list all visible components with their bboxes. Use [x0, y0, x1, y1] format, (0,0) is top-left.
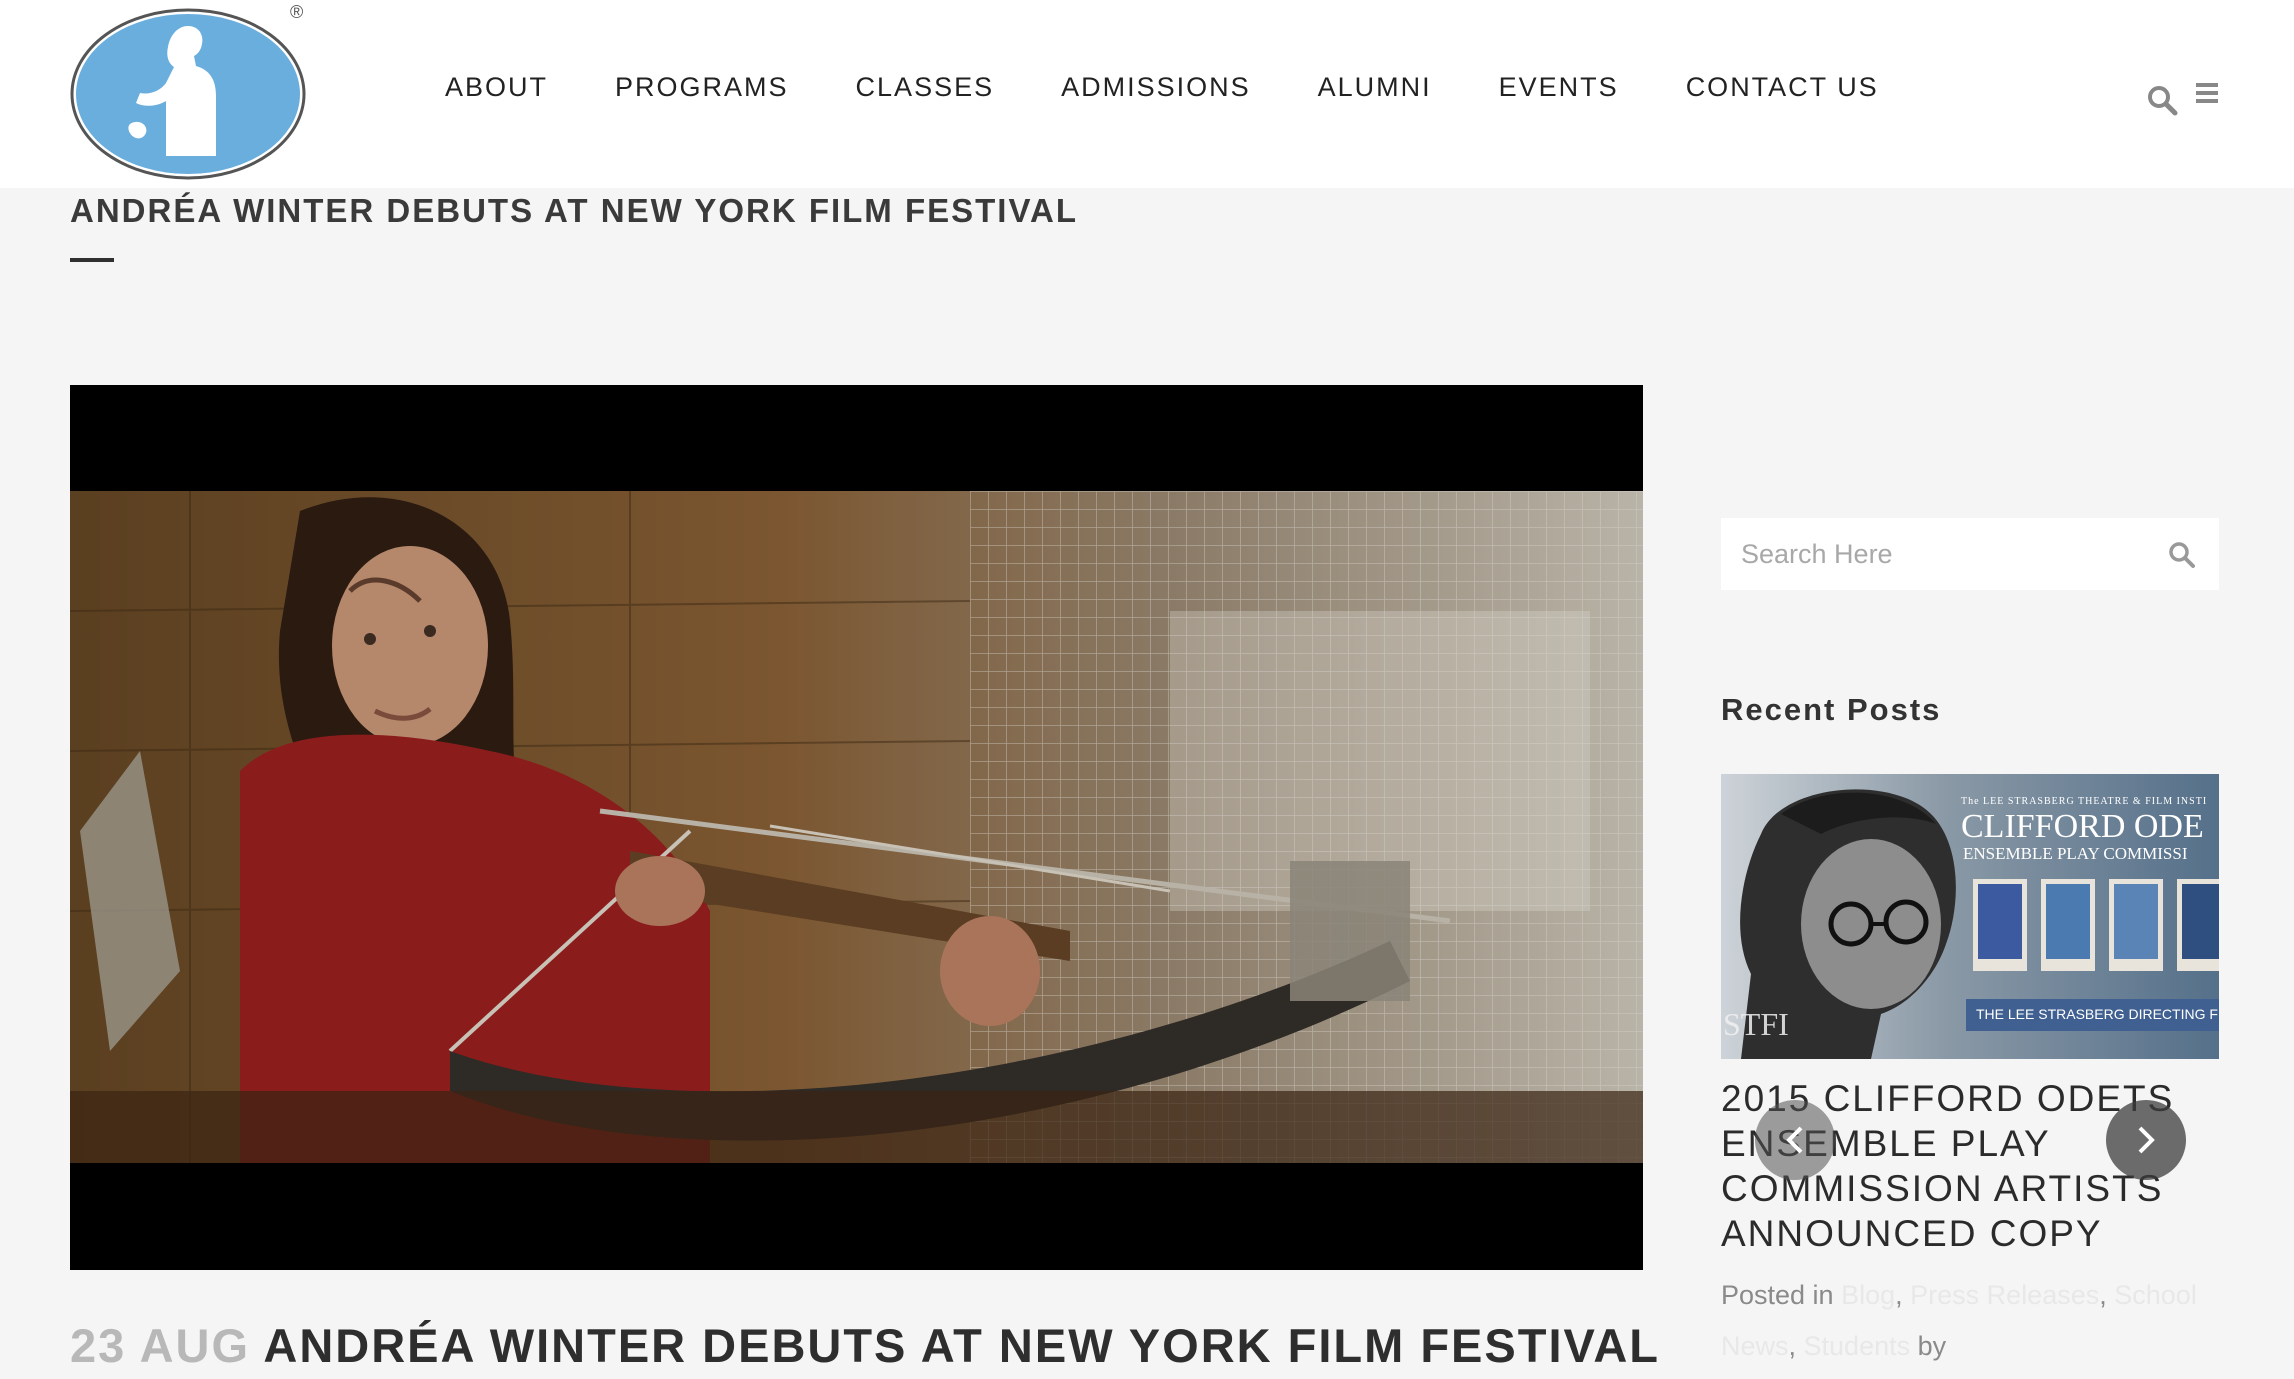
- carousel-prev-button[interactable]: [1755, 1100, 1835, 1180]
- thumbnail-banner: THE LEE STRASBERG DIRECTING FELLOWS: [1976, 1006, 2219, 1022]
- post-heading: 23 AUG ANDRÉA WINTER DEBUTS AT NEW YORK …: [70, 1318, 1660, 1373]
- category-link-students[interactable]: Students: [1804, 1331, 1911, 1361]
- meta-prefix: Posted in: [1721, 1280, 1834, 1310]
- featured-video[interactable]: [70, 385, 1643, 1270]
- site-logo[interactable]: ®: [70, 2, 310, 180]
- category-link-blog[interactable]: Blog: [1841, 1280, 1895, 1310]
- recent-post-meta: Posted in Blog, Press Releases, School N…: [1721, 1280, 2197, 1361]
- thumbnail-watermark: STFI: [1723, 1006, 1789, 1042]
- nav-item-about[interactable]: ABOUT: [445, 72, 548, 103]
- main-nav: ABOUT PROGRAMS CLASSES ADMISSIONS ALUMNI…: [445, 72, 1879, 103]
- registered-mark: ®: [290, 2, 304, 22]
- nav-item-admissions[interactable]: ADMISSIONS: [1061, 72, 1251, 103]
- thumbnail-subheadline: ENSEMBLE PLAY COMMISSI: [1963, 844, 2188, 863]
- sidebar-search: [1721, 518, 2219, 590]
- meta-suffix: by: [1917, 1331, 1947, 1361]
- thumbnail-org-text: The LEE STRASBERG THEATRE & FILM INSTI: [1961, 796, 2208, 807]
- category-link-press-releases[interactable]: Press Releases: [1910, 1280, 2099, 1310]
- chevron-left-icon: [1786, 1126, 1803, 1154]
- nav-item-contact-us[interactable]: CONTACT US: [1686, 72, 1879, 103]
- video-frame-image: [70, 491, 1643, 1163]
- title-divider: [70, 258, 114, 262]
- nav-item-events[interactable]: EVENTS: [1499, 72, 1619, 103]
- carousel-next-button[interactable]: [2106, 1100, 2186, 1180]
- recent-posts-heading: Recent Posts: [1721, 692, 1942, 727]
- nav-item-alumni[interactable]: ALUMNI: [1318, 72, 1432, 103]
- search-icon[interactable]: [2146, 84, 2180, 118]
- post-title[interactable]: ANDRÉA WINTER DEBUTS AT NEW YORK FILM FE…: [263, 1319, 1660, 1372]
- hamburger-menu-icon[interactable]: [2194, 80, 2220, 106]
- post-date: 23 AUG: [70, 1319, 251, 1372]
- nav-item-classes[interactable]: CLASSES: [856, 72, 995, 103]
- chevron-right-icon: [2138, 1126, 2155, 1154]
- page-title: ANDRÉA WINTER DEBUTS AT NEW YORK FILM FE…: [70, 192, 1079, 229]
- site-header: ® ABOUT PROGRAMS CLASSES ADMISSIONS ALUM…: [0, 0, 2294, 188]
- recent-post-thumbnail[interactable]: The LEE STRASBERG THEATRE & FILM INSTI C…: [1721, 774, 2219, 1059]
- nav-item-programs[interactable]: PROGRAMS: [615, 72, 789, 103]
- search-icon[interactable]: [2167, 540, 2197, 570]
- thumbnail-headline: CLIFFORD ODE: [1961, 808, 2204, 845]
- search-input[interactable]: [1721, 519, 2141, 589]
